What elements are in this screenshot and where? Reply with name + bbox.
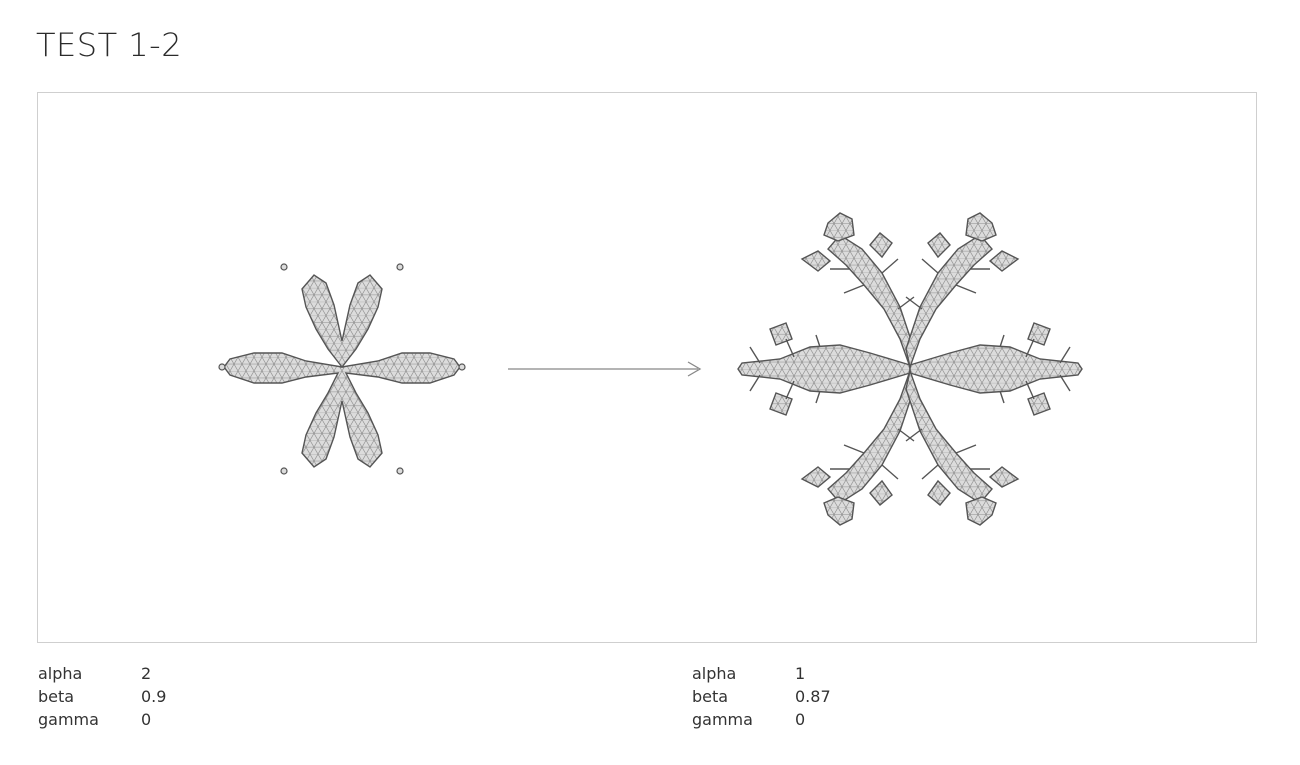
param-value: 0.87 [795,687,831,706]
parameters-result: alpha 1 beta 0.87 gamma 0 [692,662,831,731]
param-row-beta: beta 0.9 [38,685,166,708]
simulation-svg [218,212,1083,526]
simulation-canvas [37,92,1257,643]
crystal-initial-tip [280,467,288,475]
param-row-gamma: gamma 0 [38,708,166,731]
param-value: 0 [795,710,806,729]
crystal-result-arm-right [909,344,1083,394]
crystal-initial-tip [396,263,404,271]
param-label: alpha [692,664,737,683]
param-row-alpha: alpha 1 [692,662,831,685]
crystal-result-branch [769,322,793,346]
param-row-gamma: gamma 0 [692,708,831,731]
crystal-initial [218,263,466,475]
crystal-initial-tip [458,363,466,371]
crystal-result-branch [769,392,793,416]
crystal-result-branch [823,212,855,242]
crystal-result-branch [800,250,832,272]
param-label: gamma [692,710,753,729]
crystal-result-arm-left [737,344,911,394]
crystal-result-branch [927,479,951,506]
arrow-right-icon [508,361,702,377]
crystal-initial-tip [280,263,288,271]
page-title: TEST 1-2 [36,26,183,64]
crystal-result-branch [988,466,1020,488]
crystal-result-branch [823,496,855,526]
crystal-result-branch [869,232,893,259]
param-value: 2 [141,664,152,683]
crystal-result-branch [1027,322,1051,346]
param-value: 1 [795,664,806,683]
param-row-beta: beta 0.87 [692,685,831,708]
param-row-alpha: alpha 2 [38,662,166,685]
crystal-result-branch [869,479,893,506]
param-label: beta [692,687,729,706]
crystal-initial-shape [223,274,461,468]
param-label: alpha [38,664,83,683]
crystal-result-branch [927,232,951,259]
crystal-initial-tip [396,467,404,475]
param-value: 0 [141,710,152,729]
crystal-initial-tip [218,363,226,371]
crystal-result-branch [965,496,997,526]
parameters-initial: alpha 2 beta 0.9 gamma 0 [38,662,166,731]
param-label: beta [38,687,75,706]
crystal-result-branch [1027,392,1051,416]
crystal-result-branch [988,250,1020,272]
param-label: gamma [38,710,99,729]
param-value: 0.9 [141,687,167,706]
crystal-result [737,212,1083,526]
crystal-result-branch [800,466,832,488]
crystal-result-branch [965,212,997,242]
